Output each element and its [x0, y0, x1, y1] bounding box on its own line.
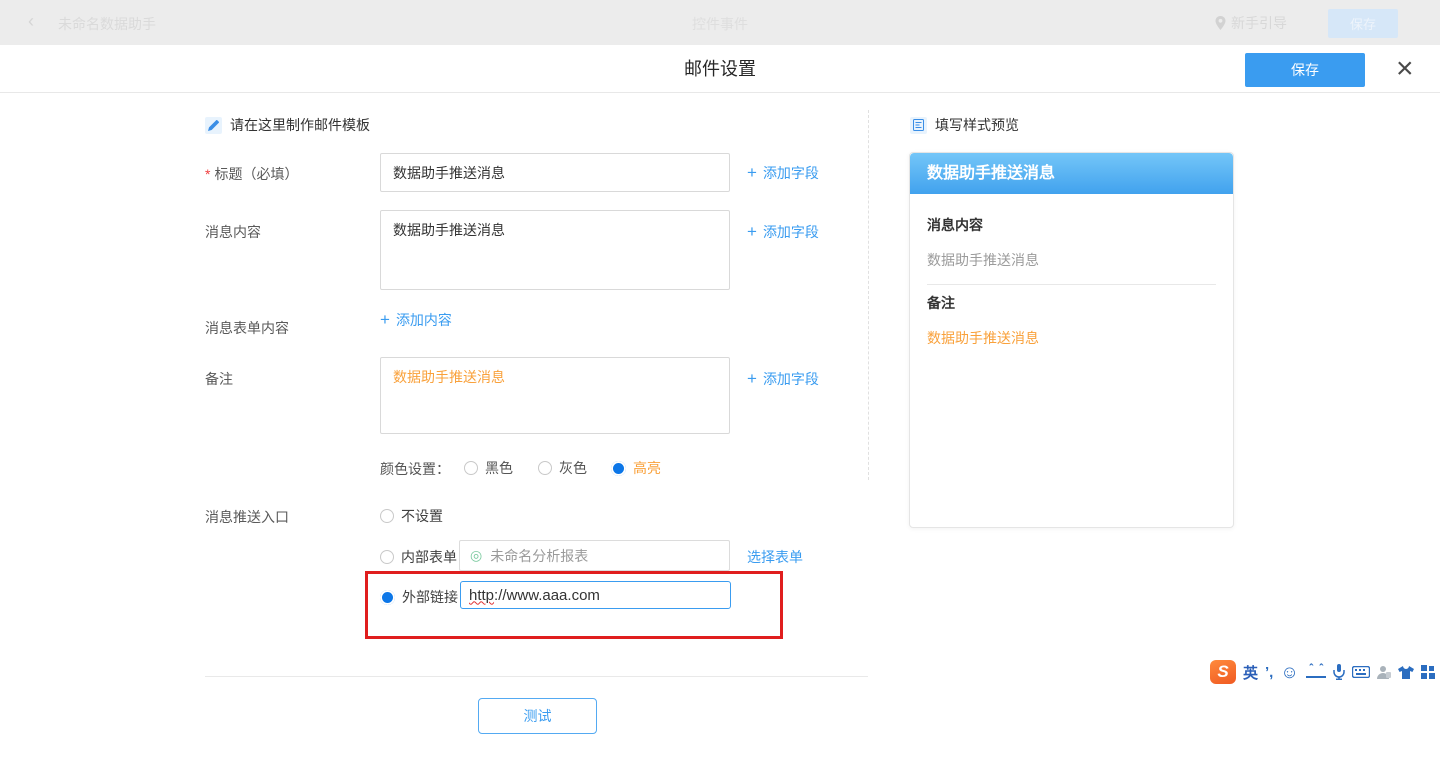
select-form-link[interactable]: 选择表单	[747, 547, 803, 567]
preview-content-label: 消息内容	[927, 215, 1216, 235]
skin-shirt-icon[interactable]	[1398, 666, 1414, 679]
title-field-label: *标题（必填）	[205, 164, 298, 184]
radio-selected-icon[interactable]	[380, 590, 395, 605]
remark-textarea[interactable]: 数据助手推送消息	[380, 357, 730, 434]
template-hint: 请在这里制作邮件模板	[205, 115, 370, 135]
add-field-link-title[interactable]: + 添加字段	[747, 163, 819, 183]
color-option-black[interactable]: 黑色	[464, 458, 513, 478]
plus-icon: +	[747, 372, 757, 386]
bottom-divider	[205, 676, 868, 677]
plus-icon: +	[747, 166, 757, 180]
color-option-gray[interactable]: 灰色	[538, 458, 587, 478]
pencil-icon	[205, 117, 222, 134]
modal-title: 邮件设置	[0, 45, 1440, 93]
toolbox-grid-icon[interactable]	[1421, 665, 1435, 679]
content-textarea[interactable]: 数据助手推送消息	[380, 210, 730, 290]
keyboard-icon[interactable]	[1352, 666, 1370, 678]
plus-icon: +	[380, 313, 390, 327]
topbar-save-button[interactable]: 保存	[1328, 9, 1398, 38]
sogou-logo-icon[interactable]: S	[1210, 660, 1236, 684]
entry-label: 消息推送入口	[205, 507, 289, 527]
entry-option-external[interactable]: 外部链接	[380, 587, 458, 607]
add-field-link-content[interactable]: + 添加字段	[747, 222, 819, 242]
ime-toolbar: S 英 ’, ☺ ＾＾	[1210, 657, 1435, 687]
internal-form-value: 未命名分析报表	[490, 546, 588, 566]
external-link-input[interactable]: http://www.aaa.com	[460, 581, 731, 609]
preview-card-header: 数据助手推送消息	[910, 153, 1233, 194]
microphone-icon[interactable]	[1333, 664, 1345, 680]
ime-language-mode[interactable]: 英	[1243, 662, 1258, 683]
color-option-highlight[interactable]: 高亮	[611, 458, 661, 478]
document-icon	[910, 117, 927, 134]
preview-hint-label: 填写样式预览	[935, 115, 1019, 135]
entry-option-none[interactable]: 不设置	[380, 506, 443, 526]
app-topbar: ‹ 未命名数据助手 控件事件 新手引导 保存	[0, 0, 1440, 45]
title-input[interactable]	[380, 153, 730, 192]
radio-selected-icon[interactable]	[611, 461, 626, 476]
location-pin-icon	[1215, 16, 1226, 30]
radio-icon[interactable]	[538, 461, 552, 475]
template-hint-label: 请在这里制作邮件模板	[230, 115, 370, 135]
color-setting-label: 颜色设置：	[380, 459, 450, 479]
entry-option-internal[interactable]: 内部表单	[380, 547, 457, 567]
save-button[interactable]: 保存	[1245, 53, 1365, 87]
form-content-label: 消息表单内容	[205, 318, 289, 338]
vertical-separator	[868, 110, 869, 480]
account-icon[interactable]	[1377, 665, 1391, 679]
radio-icon[interactable]	[464, 461, 478, 475]
add-content-link[interactable]: + 添加内容	[380, 310, 452, 330]
target-icon: ◎	[470, 547, 482, 564]
preview-hint: 填写样式预览	[910, 115, 1019, 135]
guide-label: 新手引导	[1231, 13, 1287, 33]
guide-item[interactable]: 新手引导	[1215, 13, 1287, 33]
smiley-icon[interactable]: ☺	[1280, 662, 1298, 683]
required-asterisk: *	[205, 166, 210, 182]
external-link-prefix: http	[469, 587, 494, 604]
preview-card: 数据助手推送消息 消息内容 数据助手推送消息 备注 数据助手推送消息	[909, 152, 1234, 528]
radio-icon[interactable]	[380, 509, 394, 523]
remark-field-label: 备注	[205, 369, 233, 389]
punctuation-icon[interactable]: ’,	[1265, 664, 1273, 681]
preview-content-value: 数据助手推送消息	[927, 250, 1216, 270]
test-button[interactable]: 测试	[478, 698, 597, 734]
preview-remark-value: 数据助手推送消息	[927, 328, 1216, 348]
close-icon[interactable]: ×	[1396, 50, 1414, 88]
preview-remark-label: 备注	[927, 293, 1216, 313]
external-link-rest: ://www.aaa.com	[494, 587, 600, 604]
content-field-label: 消息内容	[205, 222, 261, 242]
radio-icon[interactable]	[380, 550, 394, 564]
plus-icon: +	[747, 225, 757, 239]
internal-form-input[interactable]: ◎ 未命名分析报表	[459, 540, 730, 571]
kaomoji-icon[interactable]: ＾＾	[1306, 667, 1326, 678]
preview-divider	[927, 284, 1216, 285]
add-field-link-remark[interactable]: + 添加字段	[747, 369, 819, 389]
